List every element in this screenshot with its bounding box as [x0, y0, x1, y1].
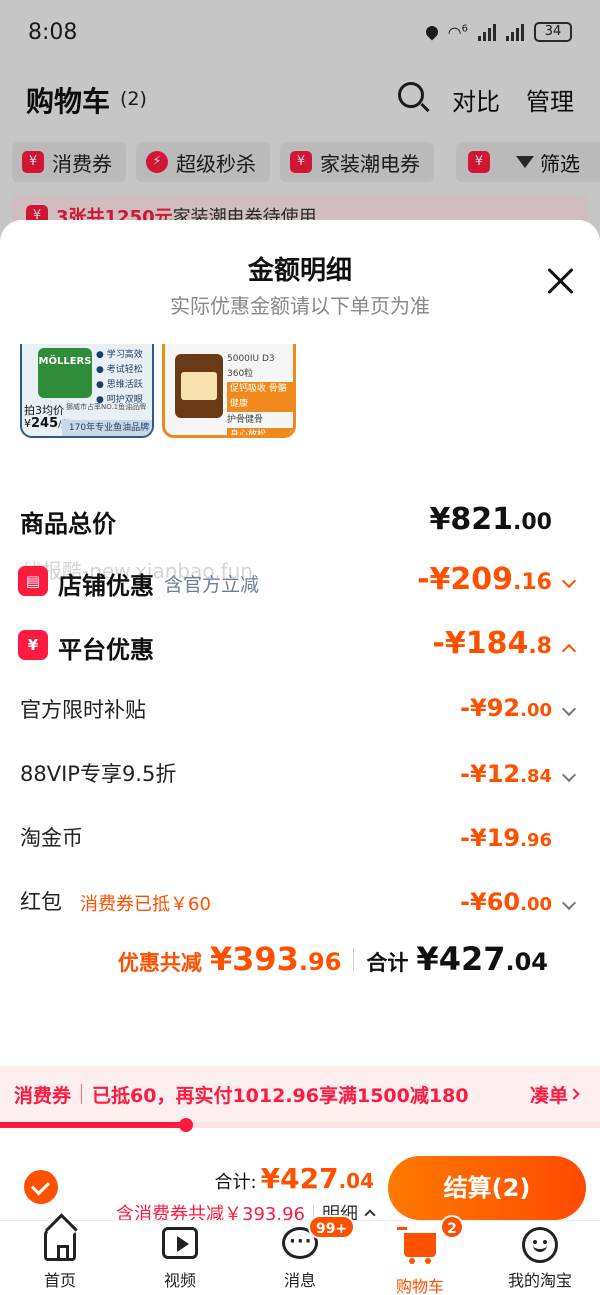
- platform-discount-value: -¥184.8: [432, 626, 552, 661]
- tab-video[interactable]: 视频: [120, 1227, 240, 1293]
- coupon-message: 已抵60，再实付1012.96享满1500减180: [92, 1084, 469, 1107]
- tab-my-taobao[interactable]: 我的淘宝: [480, 1227, 600, 1293]
- feature: 考试轻松: [106, 365, 143, 375]
- red-packet-note: 消费券已抵￥60: [80, 894, 211, 915]
- checkout-total-label: 合计:: [214, 1172, 257, 1193]
- video-icon: [162, 1227, 198, 1259]
- dim-overlay[interactable]: [0, 0, 600, 240]
- tab-cart[interactable]: 2 购物车: [360, 1215, 480, 1295]
- checkout-button[interactable]: 结算(2): [388, 1156, 586, 1220]
- sheet-title: 金额明细: [247, 256, 352, 286]
- tab-label: 消息: [283, 1271, 316, 1290]
- checkout-total: 合计: ¥427.04: [215, 1162, 374, 1195]
- divider: [353, 948, 355, 970]
- sub-item-value: -¥19.96: [460, 824, 552, 852]
- home-icon: [44, 1227, 76, 1261]
- discount-total-label: 优惠共减: [117, 951, 202, 975]
- coupon-progress-bar: [0, 1118, 600, 1132]
- chevron-down-icon[interactable]: [561, 895, 577, 911]
- discount-summary: 优惠共减 ¥393.96 合计 ¥427.04: [118, 940, 548, 978]
- row-red-packet[interactable]: 红包 消费券已抵￥60 -¥60.00: [0, 886, 600, 922]
- add-items-link[interactable]: 凑单: [530, 1081, 568, 1108]
- feature: 促钙吸收 骨骼健康: [227, 382, 293, 412]
- shop-discount-label: 店铺优惠: [58, 572, 154, 600]
- product-feature-list: 5000IU D3 360粒 促钙吸收 骨骼健康 护骨健骨 身心放松: [227, 352, 293, 435]
- consumer-coupon-bar[interactable]: 消费券 已抵60，再实付1012.96享满1500减180 凑单: [0, 1066, 600, 1122]
- row-official-subsidy[interactable]: 官方限时补贴 -¥92.00: [0, 694, 600, 730]
- sum-value: ¥427.04: [416, 940, 548, 978]
- total-price-value: ¥821.00: [429, 502, 552, 537]
- divider: [81, 1084, 83, 1104]
- product-brand: MÖLLERS: [38, 356, 92, 367]
- tab-label: 视频: [163, 1271, 196, 1290]
- feature: 5000IU D3 360粒: [227, 354, 275, 379]
- cart-icon: [397, 1227, 436, 1264]
- close-icon[interactable]: [544, 264, 576, 296]
- tab-messages[interactable]: 99+ 消息: [240, 1215, 360, 1293]
- row-total-price: 商品总价 ¥821.00: [0, 502, 600, 542]
- profile-icon: [522, 1227, 558, 1263]
- fish-oil-bottle-image: MÖLLERS: [38, 348, 92, 398]
- sub-item-label: 红包: [20, 890, 62, 914]
- shop-icon: ▤: [18, 566, 48, 596]
- price-value: 245: [31, 416, 59, 431]
- feature: 思维活跃: [106, 380, 143, 390]
- chevron-down-icon[interactable]: [561, 701, 577, 717]
- cart-badge: 2: [440, 1215, 464, 1239]
- row-88vip[interactable]: 88VIP专享9.5折 -¥12.84: [0, 758, 600, 794]
- cart-page-background: 8:08 ◠6 34 购物车 (2) 对比 管理 ¥ 消费券 ⚡ 超级秒杀 ¥ …: [0, 0, 600, 240]
- sub-item-value: -¥12.84: [460, 760, 552, 788]
- select-all-checkbox[interactable]: [24, 1170, 58, 1204]
- amount-detail-sheet: 金额明细 实际优惠金额请以下单页为准 MÖLLERS ● 学习高效 ● 考试轻松…: [0, 220, 600, 1295]
- shop-discount-note: 含官方立减: [164, 574, 260, 596]
- chevron-up-icon[interactable]: [364, 1209, 376, 1221]
- tab-home[interactable]: 首页: [0, 1227, 120, 1293]
- vitamin-bottle-image: [175, 354, 223, 418]
- product-feature-list: ● 学习高效 ● 考试轻松 ● 思维活跃 ● 呵护双眼: [96, 350, 143, 405]
- coupon-tag: 消费券: [14, 1084, 72, 1107]
- bottom-tab-bar: 首页 视频 99+ 消息 2 购物车 我的淘宝: [0, 1215, 600, 1295]
- product-thumbnail-2[interactable]: 5000IU D3 360粒 促钙吸收 骨骼健康 护骨健骨 身心放松: [162, 344, 296, 438]
- tab-label: 购物车: [395, 1277, 444, 1295]
- checkout-bar: 合计: ¥427.04 含消费券共减￥393.96 明细 结算(2): [0, 1132, 600, 1225]
- chevron-right-icon[interactable]: [568, 1088, 580, 1100]
- feature: 身心放松: [227, 428, 293, 435]
- row-platform-discount[interactable]: ¥ 平台优惠 -¥184.8: [0, 626, 600, 666]
- sub-item-label: 官方限时补贴: [20, 698, 146, 722]
- product-thumbnail-1[interactable]: MÖLLERS ● 学习高效 ● 考试轻松 ● 思维活跃 ● 呵护双眼 拍3均价…: [20, 344, 154, 438]
- product-banner: 170年专业鱼油品牌: [62, 420, 152, 436]
- row-taojinbi: 淘金币 -¥19.96: [0, 822, 600, 858]
- sum-label: 合计: [366, 951, 409, 975]
- checkout-total-value: ¥427.04: [260, 1162, 374, 1195]
- message-badge: 99+: [308, 1215, 356, 1239]
- sub-item-value: -¥92.00: [460, 694, 552, 722]
- shop-discount-value: -¥209.16: [417, 562, 552, 597]
- progress-knob: [179, 1118, 193, 1132]
- tab-label: 我的淘宝: [507, 1271, 572, 1290]
- discount-total-value: ¥393.96: [209, 940, 342, 978]
- sub-item-label: 淘金币: [20, 826, 83, 850]
- row-shop-discount[interactable]: ▤ 店铺优惠 含官方立减 -¥209.16: [0, 562, 600, 602]
- total-price-label: 商品总价: [20, 510, 116, 538]
- feature: 护骨健骨: [227, 415, 264, 425]
- product-small-text: 挪威市占率NO.1鱼油品牌: [66, 403, 147, 411]
- platform-discount-label: 平台优惠: [58, 636, 154, 664]
- tab-label: 首页: [43, 1271, 76, 1290]
- sub-item-value: -¥60.00: [460, 888, 552, 916]
- chevron-down-icon[interactable]: [561, 573, 577, 589]
- chevron-down-icon[interactable]: [561, 767, 577, 783]
- sub-item-label: 88VIP专享9.5折: [20, 762, 177, 786]
- sheet-subtitle: 实际优惠金额请以下单页为准: [170, 294, 430, 318]
- chevron-up-icon[interactable]: [561, 643, 577, 659]
- feature: 学习高效: [106, 350, 143, 360]
- coupon-icon: ¥: [18, 630, 48, 660]
- progress-fill: [0, 1122, 186, 1128]
